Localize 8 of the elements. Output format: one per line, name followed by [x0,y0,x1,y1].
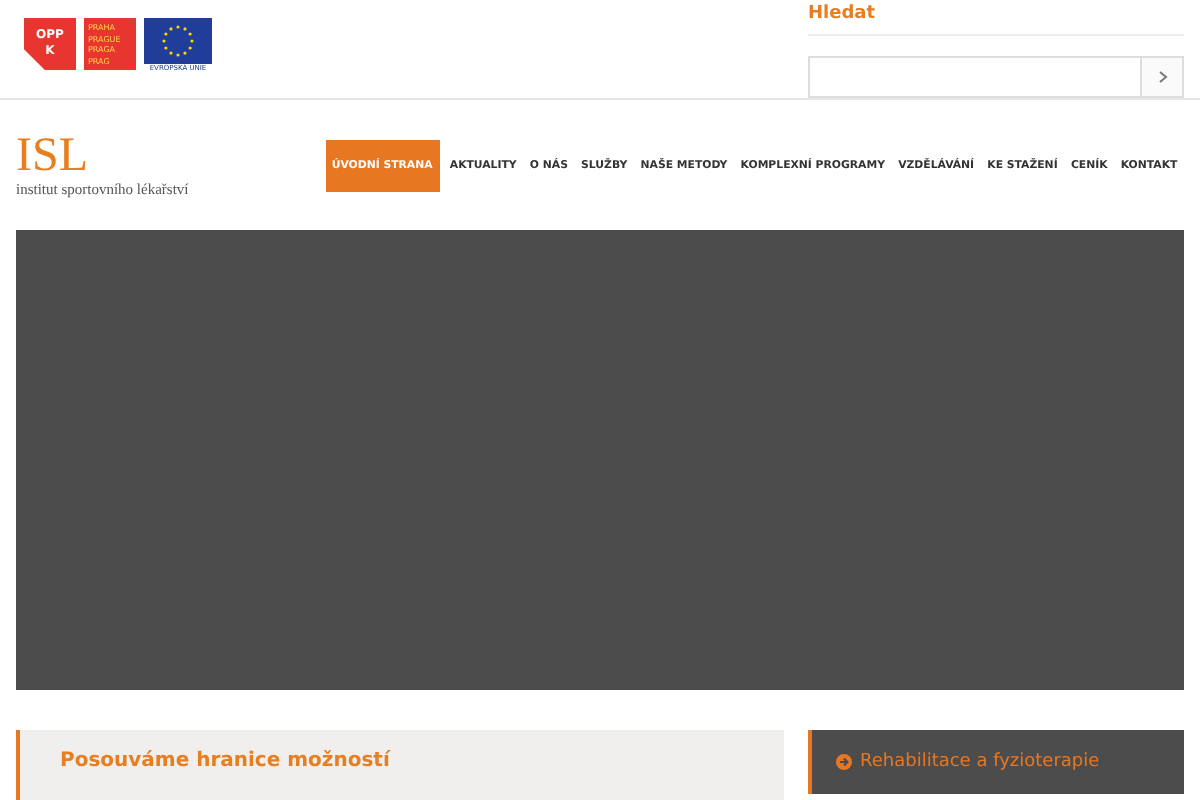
intro-title: Posouváme hranice možností [60,750,393,772]
search-button[interactable] [1140,58,1182,96]
search-field[interactable] [808,56,1184,98]
chevron-right-icon [1157,70,1167,84]
search-title: Hledat [808,0,1184,36]
arrow-circle-icon [836,754,852,770]
side-link-label: Rehabilitace a fyzioterapie [860,752,1100,772]
eu-flag-icon [144,18,212,64]
